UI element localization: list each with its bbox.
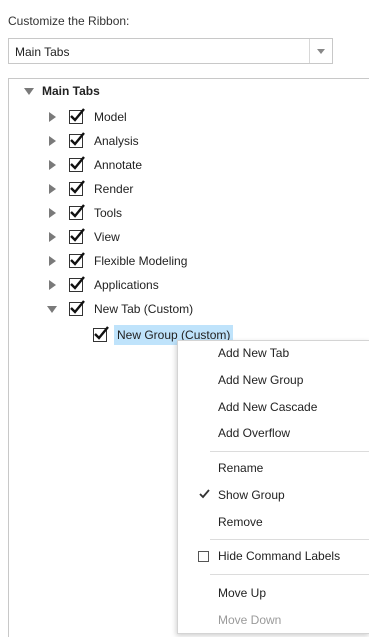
tree-item-annotate[interactable]: Annotate (9, 155, 209, 175)
checkmark-icon (70, 204, 85, 218)
checkmark-icon (199, 488, 210, 502)
ribbon-tabs-dropdown[interactable]: Main Tabs (8, 38, 333, 64)
dropdown-value: Main Tabs (15, 45, 70, 59)
checkbox[interactable] (69, 228, 85, 244)
checkbox[interactable] (69, 300, 85, 316)
tree-item-label: Render (94, 182, 134, 196)
checkbox[interactable] (69, 132, 85, 148)
checkbox[interactable] (69, 204, 85, 220)
tree-item-analysis[interactable]: Analysis (9, 131, 209, 151)
menu-separator (210, 574, 369, 575)
tree-item-new-tab[interactable]: New Tab (Custom) (9, 299, 229, 319)
menu-item-rename[interactable]: Rename (218, 457, 263, 479)
tree-item-label: Analysis (94, 134, 139, 148)
tree-item-flexible-modeling[interactable]: Flexible Modeling (9, 251, 229, 271)
tree-item-view[interactable]: View (9, 227, 209, 247)
checkbox[interactable] (69, 108, 85, 124)
tree-item-label: Applications (94, 278, 159, 292)
checkbox[interactable] (69, 156, 85, 172)
tree-item-main-tabs[interactable]: Main Tabs (9, 81, 209, 101)
menu-separator (210, 451, 369, 452)
tree-item-label: Flexible Modeling (94, 254, 188, 268)
menu-item-show-group[interactable]: Show Group (218, 484, 285, 506)
menu-item-remove[interactable]: Remove (218, 511, 263, 533)
menu-item-hide-command-labels[interactable]: Hide Command Labels (218, 545, 340, 567)
checkmark-icon (70, 156, 85, 170)
checkbox[interactable] (93, 326, 109, 342)
expand-arrow-icon[interactable] (49, 208, 56, 218)
tree-item-model[interactable]: Model (9, 107, 209, 127)
checkmark-icon (94, 326, 109, 340)
expand-arrow-icon[interactable] (49, 112, 56, 122)
unchecked-box-icon (198, 551, 209, 562)
menu-item-add-new-cascade[interactable]: Add New Cascade (218, 396, 317, 418)
tree-item-label: Tools (94, 206, 123, 220)
expand-arrow-icon[interactable] (49, 232, 56, 242)
menu-item-add-overflow[interactable]: Add Overflow (218, 422, 290, 444)
menu-item-add-new-group[interactable]: Add New Group (218, 369, 303, 391)
tree-item-tools[interactable]: Tools (9, 203, 209, 223)
expand-arrow-icon[interactable] (49, 136, 56, 146)
menu-item-move-up[interactable]: Move Up (218, 582, 266, 604)
checkbox[interactable] (69, 180, 85, 196)
expand-arrow-icon[interactable] (49, 256, 56, 266)
tree-item-label: Annotate (94, 158, 143, 172)
chevron-down-icon[interactable] (309, 39, 332, 63)
expand-arrow-icon[interactable] (49, 280, 56, 290)
checkmark-icon (70, 228, 85, 242)
tree-item-label: New Tab (Custom) (94, 302, 194, 316)
collapse-arrow-icon[interactable] (47, 306, 57, 313)
collapse-arrow-icon[interactable] (24, 88, 34, 95)
menu-item-add-new-tab[interactable]: Add New Tab (218, 342, 289, 364)
menu-separator (210, 539, 369, 540)
tree-item-render[interactable]: Render (9, 179, 209, 199)
checkmark-icon (70, 252, 85, 266)
expand-arrow-icon[interactable] (49, 184, 56, 194)
customize-ribbon-heading: Customize the Ribbon: (8, 14, 130, 28)
checkmark-icon (70, 276, 85, 290)
menu-item-move-down: Move Down (218, 613, 282, 627)
checkmark-icon (70, 300, 85, 314)
checkmark-icon (70, 132, 85, 146)
tree-item-label: Model (94, 110, 127, 124)
tree-item-applications[interactable]: Applications (9, 275, 209, 295)
tree-item-label: View (94, 230, 120, 244)
context-menu: Add New Tab Add New Group Add New Cascad… (177, 340, 369, 634)
checkbox[interactable] (69, 252, 85, 268)
tree-item-label: Main Tabs (42, 84, 100, 98)
checkmark-icon (70, 180, 85, 194)
checkmark-icon (70, 108, 85, 122)
expand-arrow-icon[interactable] (49, 160, 56, 170)
checkbox[interactable] (69, 276, 85, 292)
